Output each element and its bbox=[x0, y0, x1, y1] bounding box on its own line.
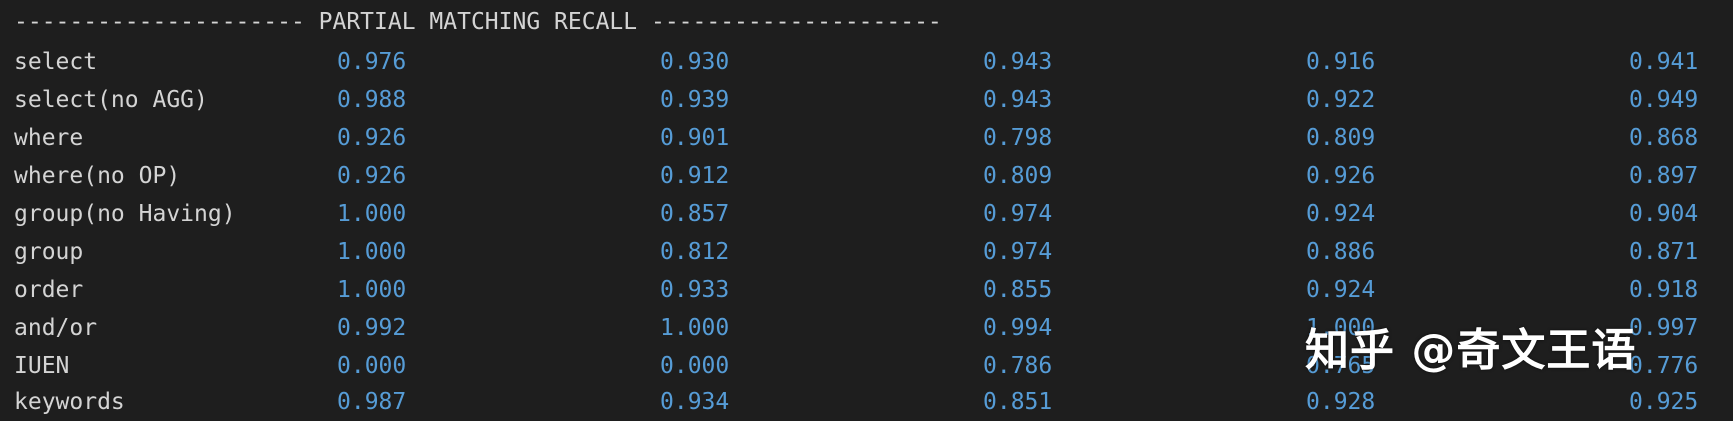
row-value: 0.926 bbox=[337, 163, 407, 189]
row-label: and/or bbox=[14, 315, 98, 341]
row-value: 0.926 bbox=[337, 125, 407, 151]
section-header: --------------------- PARTIAL MATCHING R… bbox=[14, 9, 942, 35]
row-value: 0.855 bbox=[983, 277, 1053, 303]
table-row: keywords 0.987 0.934 0.851 0.928 0.925 bbox=[0, 383, 1733, 421]
row-label: where(no OP) bbox=[14, 163, 181, 189]
table-row: group 1.000 0.812 0.974 0.886 0.871 bbox=[0, 233, 1733, 271]
row-value: 0.851 bbox=[983, 389, 1053, 415]
row-value: 1.000 bbox=[337, 277, 407, 303]
row-value: 1.000 bbox=[337, 201, 407, 227]
row-value: 0.994 bbox=[983, 315, 1053, 341]
row-label: group bbox=[14, 239, 84, 265]
row-value: 0.897 bbox=[1629, 163, 1699, 189]
row-value: 0.934 bbox=[660, 389, 730, 415]
row-value: 0.798 bbox=[983, 125, 1053, 151]
row-label: select(no AGG) bbox=[14, 87, 208, 113]
row-value: 0.868 bbox=[1629, 125, 1699, 151]
row-value: 0.933 bbox=[660, 277, 730, 303]
row-value: 0.974 bbox=[983, 201, 1053, 227]
row-value: 0.949 bbox=[1629, 87, 1699, 113]
row-value: 0.871 bbox=[1629, 239, 1699, 265]
row-value: 0.976 bbox=[337, 49, 407, 75]
row-value: 0.987 bbox=[337, 389, 407, 415]
row-label: group(no Having) bbox=[14, 201, 236, 227]
row-value: 0.997 bbox=[1629, 315, 1699, 341]
row-value: 0.988 bbox=[337, 87, 407, 113]
row-label: keywords bbox=[14, 389, 125, 415]
row-value: 0.918 bbox=[1629, 277, 1699, 303]
row-value: 0.809 bbox=[983, 163, 1053, 189]
row-value: 0.916 bbox=[1306, 49, 1376, 75]
row-value: 0.992 bbox=[337, 315, 407, 341]
row-value: 1.000 bbox=[660, 315, 730, 341]
terminal-output: --------------------- PARTIAL MATCHING R… bbox=[0, 0, 1733, 421]
table-row: select(no AGG) 0.988 0.939 0.943 0.922 0… bbox=[0, 81, 1733, 119]
row-value: 0.926 bbox=[1306, 163, 1376, 189]
row-value: 0.925 bbox=[1629, 389, 1699, 415]
row-value: 0.812 bbox=[660, 239, 730, 265]
table-row: order 1.000 0.933 0.855 0.924 0.918 bbox=[0, 271, 1733, 309]
watermark: 知乎 @奇文王语 bbox=[1305, 325, 1637, 376]
row-value: 0.939 bbox=[660, 87, 730, 113]
table-row: select 0.976 0.930 0.943 0.916 0.941 bbox=[0, 43, 1733, 81]
row-value: 0.901 bbox=[660, 125, 730, 151]
row-value: 0.000 bbox=[660, 353, 730, 379]
row-label: order bbox=[14, 277, 84, 303]
table-row: where 0.926 0.901 0.798 0.809 0.868 bbox=[0, 119, 1733, 157]
row-value: 0.943 bbox=[983, 87, 1053, 113]
row-label: select bbox=[14, 49, 98, 75]
row-value: 0.776 bbox=[1629, 353, 1699, 379]
row-value: 0.904 bbox=[1629, 201, 1699, 227]
row-value: 0.924 bbox=[1306, 277, 1376, 303]
table-row: where(no OP) 0.926 0.912 0.809 0.926 0.8… bbox=[0, 157, 1733, 195]
row-label: where bbox=[14, 125, 84, 151]
row-value: 0.924 bbox=[1306, 201, 1376, 227]
row-value: 0.922 bbox=[1306, 87, 1376, 113]
row-value: 1.000 bbox=[337, 239, 407, 265]
row-value: 0.912 bbox=[660, 163, 730, 189]
row-value: 0.000 bbox=[337, 353, 407, 379]
row-value: 0.786 bbox=[983, 353, 1053, 379]
row-value: 0.809 bbox=[1306, 125, 1376, 151]
row-value: 0.886 bbox=[1306, 239, 1376, 265]
row-value: 0.857 bbox=[660, 201, 730, 227]
row-value: 0.974 bbox=[983, 239, 1053, 265]
table-row: group(no Having) 1.000 0.857 0.974 0.924… bbox=[0, 195, 1733, 233]
row-value: 0.930 bbox=[660, 49, 730, 75]
row-label: IUEN bbox=[14, 353, 70, 379]
row-value: 0.941 bbox=[1629, 49, 1699, 75]
row-value: 0.928 bbox=[1306, 389, 1376, 415]
row-value: 0.943 bbox=[983, 49, 1053, 75]
